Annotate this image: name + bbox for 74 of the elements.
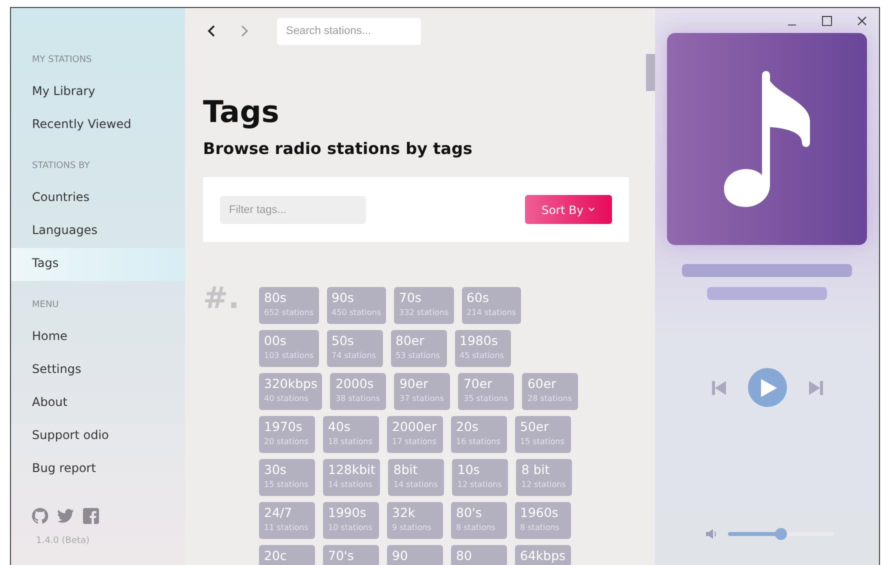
sidebar-item[interactable]: Settings bbox=[11, 354, 185, 387]
version-label: 1.4.0 (Beta) bbox=[35, 535, 91, 548]
group-heading: #. bbox=[203, 286, 241, 318]
page-subtitle: Browse radio stations by tags bbox=[203, 139, 474, 158]
sidebar-item[interactable]: Tags bbox=[11, 248, 185, 281]
sidebar-item[interactable]: My Library bbox=[11, 76, 185, 109]
page-title: Tags bbox=[203, 95, 280, 131]
tag-name: 64kbps bbox=[520, 548, 566, 564]
tag-name: 40s bbox=[328, 419, 352, 435]
tag-name: 60s bbox=[466, 290, 490, 306]
tag-name: 70er bbox=[463, 376, 494, 392]
github-icon[interactable] bbox=[32, 508, 48, 524]
tag-name: 90 bbox=[392, 548, 409, 564]
music-note-icon bbox=[724, 71, 810, 207]
tag-card[interactable]: 80 bbox=[451, 545, 507, 565]
tag-name: 90s bbox=[332, 290, 355, 306]
close-icon[interactable] bbox=[857, 16, 867, 26]
tag-name: 8bit bbox=[393, 462, 419, 478]
tag-name: 80's bbox=[456, 505, 483, 521]
caret-icon bbox=[588, 207, 596, 212]
tag-name: 80er bbox=[396, 333, 426, 349]
tag-name: 80 bbox=[456, 548, 473, 564]
tag-name: 1960s bbox=[520, 505, 560, 521]
tag-name: 20c bbox=[264, 548, 288, 564]
tag-card[interactable]: 20c bbox=[259, 545, 315, 565]
tag-name: 50s bbox=[332, 333, 355, 349]
tag-name: 80s bbox=[264, 290, 288, 306]
previous-icon[interactable] bbox=[712, 380, 726, 394]
section-heading: MENU bbox=[31, 299, 60, 312]
tag-name: 00s bbox=[264, 333, 288, 349]
sidebar-item[interactable]: Bug report bbox=[11, 453, 185, 486]
tag-name: 70's bbox=[328, 548, 355, 564]
sidebar-item[interactable]: Recently Viewed bbox=[11, 109, 185, 142]
scrollbar-thumb[interactable] bbox=[646, 54, 655, 91]
sidebar-item[interactable]: Support odio bbox=[11, 420, 185, 453]
tag-name: 50er bbox=[520, 419, 550, 435]
tag-name: 1990s bbox=[328, 505, 368, 521]
tag-name: 128kbit bbox=[328, 462, 376, 478]
facebook-icon[interactable] bbox=[83, 508, 99, 524]
section-heading: STATIONS BY bbox=[31, 160, 91, 173]
tag-name: 1980s bbox=[460, 333, 499, 349]
tag-name: 60er bbox=[527, 376, 558, 392]
tag-card[interactable]: 64kbps bbox=[515, 545, 571, 565]
speaker-icon bbox=[706, 528, 718, 540]
sort-button[interactable]: Sort By bbox=[525, 195, 612, 224]
sidebar-item[interactable]: Home bbox=[11, 321, 185, 354]
tag-name: 20s bbox=[456, 419, 480, 435]
bird-icon[interactable] bbox=[57, 509, 74, 523]
filter-field[interactable]: Filter tags... bbox=[220, 196, 366, 224]
maximize-icon[interactable] bbox=[822, 16, 832, 26]
tag-card[interactable]: 90 bbox=[387, 545, 443, 565]
search-field[interactable]: Search stations... bbox=[277, 18, 421, 44]
tag-name: 30s bbox=[264, 462, 288, 478]
tag-name: 32k bbox=[392, 505, 416, 521]
tag-name: 10s bbox=[457, 462, 481, 478]
tag-name: 8 bit bbox=[521, 462, 551, 478]
sidebar-item[interactable]: About bbox=[11, 387, 185, 420]
tag-name: 2000s bbox=[335, 376, 375, 392]
tag-name: 90er bbox=[399, 376, 430, 392]
play-icon bbox=[761, 378, 777, 396]
forward-icon[interactable] bbox=[239, 24, 249, 38]
sidebar-item[interactable]: Languages bbox=[11, 215, 185, 248]
sidebar-item[interactable]: Countries bbox=[11, 182, 185, 215]
play-button[interactable] bbox=[748, 368, 786, 407]
tag-name: 2000er bbox=[392, 419, 438, 435]
back-icon[interactable] bbox=[207, 24, 217, 38]
tag-name: 70s bbox=[399, 290, 422, 306]
next-icon[interactable] bbox=[808, 380, 822, 394]
section-heading: MY STATIONS bbox=[31, 54, 93, 67]
volume-thumb[interactable] bbox=[775, 528, 787, 540]
tag-name: 24/7 bbox=[264, 505, 294, 521]
tag-name: 1970s bbox=[264, 419, 304, 435]
tag-card[interactable]: 70's bbox=[323, 545, 379, 565]
tag-name: 320kbps bbox=[264, 376, 318, 392]
